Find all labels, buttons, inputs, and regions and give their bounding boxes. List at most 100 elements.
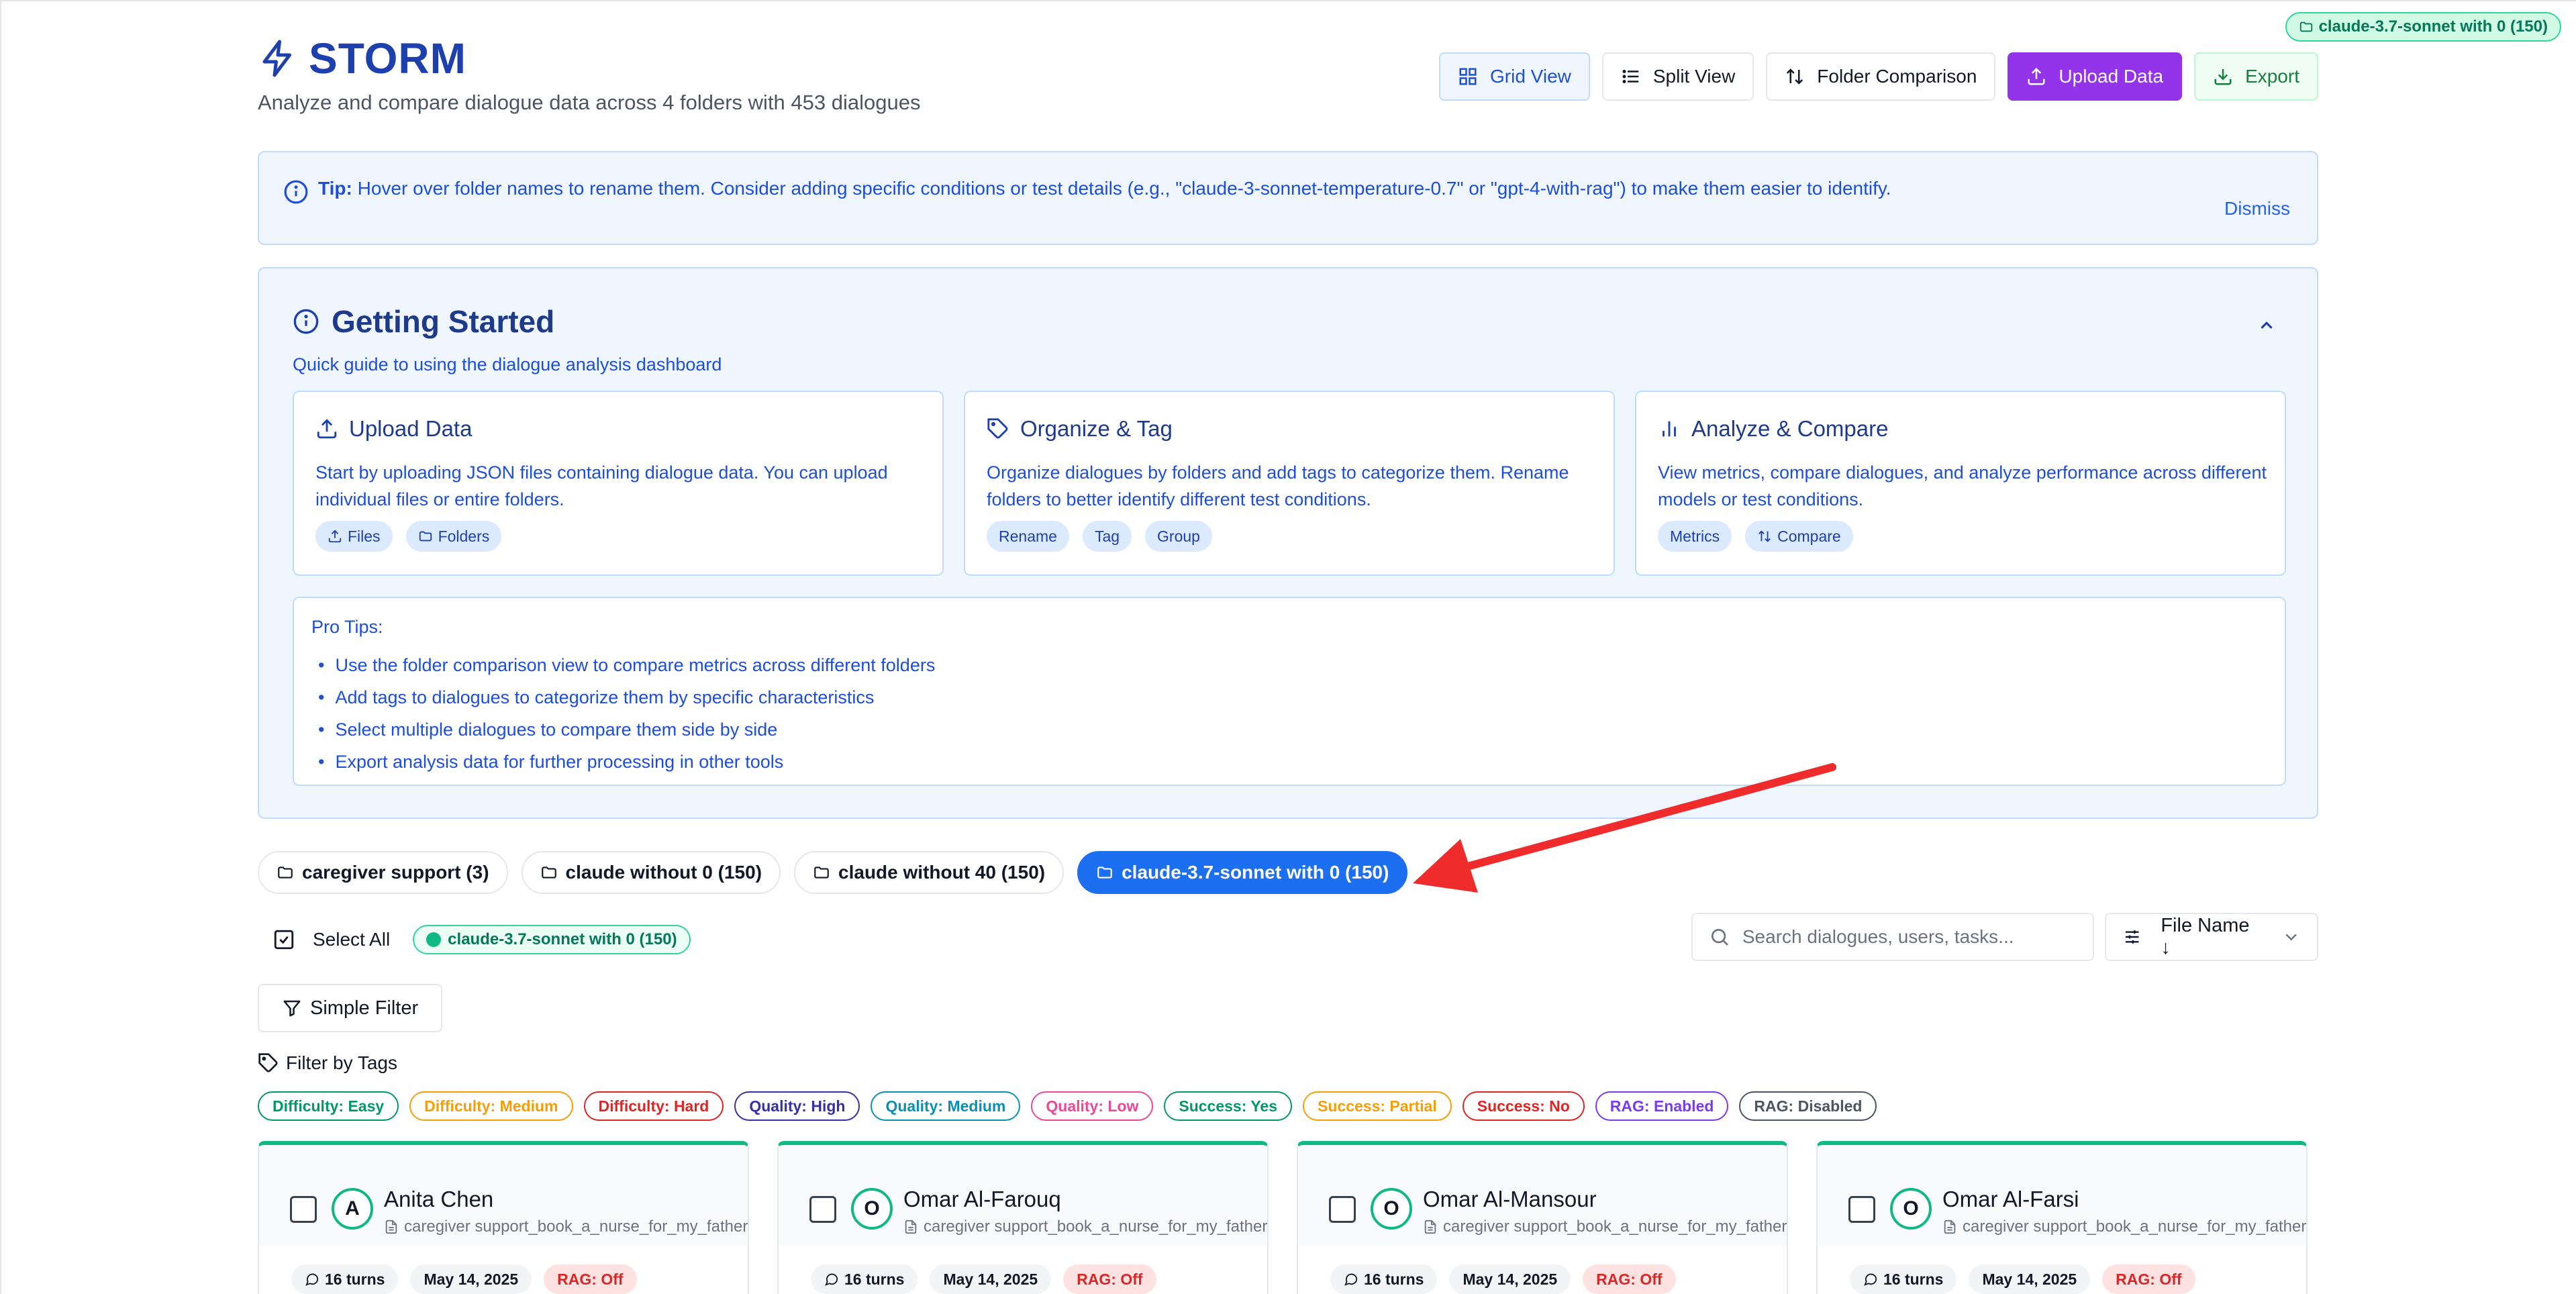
dialogue-user-name: Omar Al-Farsi <box>1942 1187 2079 1211</box>
dialogue-card[interactable]: O Omar Al-Mansour caregiver support_book_a… <box>1297 1141 1788 1294</box>
search-input[interactable] <box>1742 926 2077 948</box>
tag-filter-pill[interactable]: RAG: Enabled <box>1595 1091 1729 1121</box>
bar-chart-icon <box>1663 421 1676 437</box>
chip-rename[interactable]: Rename <box>987 521 1069 552</box>
pro-tips-list: Use the folder comparison view to compar… <box>318 649 935 778</box>
dialogue-card[interactable]: A Anita Chen caregiver support_book_a_nurs… <box>258 1141 749 1294</box>
chat-bubble-icon <box>825 1273 838 1286</box>
split-view-button[interactable]: Split View <box>1601 52 1754 101</box>
folder-icon <box>1097 866 1112 879</box>
tag-filter-pill[interactable]: RAG: Disabled <box>1739 1091 1877 1121</box>
tag-filter-pill[interactable]: Difficulty: Hard <box>583 1091 724 1121</box>
dialogue-file: caregiver support_book_a_nurse_for_my_fa… <box>384 1217 748 1236</box>
tag-filter-pill[interactable]: Success: Partial <box>1303 1091 1452 1121</box>
folder-tab-caregiver-support[interactable]: caregiver support (3) <box>258 851 508 894</box>
folder-tab-claude-3-7-sonnet[interactable]: claude-3.7-sonnet with 0 (150) <box>1077 851 1408 894</box>
search-box <box>1691 913 2094 961</box>
grid-view-button[interactable]: Grid View <box>1439 52 1590 101</box>
turns-label: 16 turns <box>325 1270 385 1288</box>
tag-filter-pill[interactable]: Quality: Low <box>1031 1091 1154 1121</box>
tag-icon <box>987 418 1008 439</box>
tip-banner: Tip: Hover over folder names to rename t… <box>258 151 2318 245</box>
upload-icon <box>328 530 342 543</box>
rag-status-badge: RAG: Off <box>544 1264 637 1294</box>
chip-compare[interactable]: Compare <box>1745 521 1853 552</box>
chip-label: Compare <box>1777 527 1841 545</box>
folder-tab-label: claude-3.7-sonnet with 0 (150) <box>1122 862 1389 883</box>
chip-files[interactable]: Files <box>315 521 393 552</box>
list-icon <box>1622 70 1639 83</box>
export-button[interactable]: Export <box>2194 52 2318 101</box>
guide-card-desc: View metrics, compare dialogues, and ana… <box>1658 462 2267 509</box>
dialogue-meta: 16 turns May 14, 2025 RAG: Off <box>1850 1264 2195 1294</box>
dialogue-checkbox[interactable] <box>1848 1196 1875 1223</box>
avatar: O <box>1371 1188 1412 1230</box>
tag-filter-pill[interactable]: Success: Yes <box>1164 1091 1293 1121</box>
folder-icon <box>541 866 556 879</box>
upload-data-label: Upload Data <box>2059 66 2164 87</box>
folder-tab-claude-without-0[interactable]: claude without 0 (150) <box>521 851 781 894</box>
sliders-icon <box>2125 930 2139 944</box>
folder-icon <box>278 866 293 879</box>
folder-tab-claude-without-40[interactable]: claude without 40 (150) <box>794 851 1064 894</box>
lightning-icon <box>262 40 291 77</box>
tip-body: Hover over folder names to rename them. … <box>357 178 1891 199</box>
tag-filter-pill[interactable]: Difficulty: Easy <box>258 1091 399 1121</box>
chip-tag[interactable]: Tag <box>1082 521 1132 552</box>
folder-icon <box>814 866 829 879</box>
chip-group[interactable]: Group <box>1145 521 1212 552</box>
date-badge: May 14, 2025 <box>410 1264 532 1294</box>
dialogue-file: caregiver support_book_a_nurse_for_my_fa… <box>903 1217 1267 1236</box>
dialogue-user-name: Omar Al-Mansour <box>1423 1187 1597 1211</box>
tag-filter-pill[interactable]: Quality: High <box>734 1091 860 1121</box>
dialogue-card[interactable]: O Omar Al-Farsi caregiver support_book_a_n… <box>1816 1141 2308 1294</box>
pro-tip-item: Use the folder comparison view to compar… <box>318 649 935 681</box>
selected-folder-badge[interactable]: claude-3.7-sonnet with 0 (150) <box>413 925 691 954</box>
dialogue-card[interactable]: O Omar Al-Farouq caregiver support_book_a_… <box>777 1141 1269 1294</box>
chip-folders[interactable]: Folders <box>405 521 502 552</box>
upload-data-button[interactable]: Upload Data <box>2008 52 2183 101</box>
simple-filter-button[interactable]: Simple Filter <box>258 984 443 1032</box>
tag-filter-pill[interactable]: Success: No <box>1462 1091 1585 1121</box>
date-badge: May 14, 2025 <box>930 1264 1052 1294</box>
guide-card-organize: Organize & Tag Organize dialogues by fol… <box>964 391 1615 576</box>
download-icon <box>2214 68 2232 85</box>
filter-by-tags-label: Filter by Tags <box>286 1052 397 1073</box>
select-all-label: Select All <box>313 929 391 950</box>
chat-bubble-icon <box>1864 1273 1877 1286</box>
dismiss-button[interactable]: Dismiss <box>2224 198 2290 219</box>
split-view-label: Split View <box>1652 66 1736 87</box>
rag-status-badge: RAG: Off <box>2102 1264 2195 1294</box>
turns-badge: 16 turns <box>1850 1264 1957 1294</box>
getting-started-header: Getting Started <box>293 303 554 340</box>
dialogue-file: caregiver support_book_a_nurse_for_my_fa… <box>1942 1217 2306 1236</box>
guide-card-title: Organize & Tag <box>1020 416 1173 441</box>
chat-bubble-icon <box>305 1273 319 1286</box>
chat-bubble-icon <box>1344 1273 1358 1286</box>
dialogue-file-name: caregiver support_book_a_nurse_for_my_fa… <box>1443 1217 1787 1236</box>
simple-filter-label: Simple Filter <box>310 997 419 1019</box>
app-logo: STORM <box>258 34 466 83</box>
chip-metrics[interactable]: Metrics <box>1658 521 1732 552</box>
export-label: Export <box>2245 66 2299 87</box>
dialogue-checkbox[interactable] <box>1329 1196 1356 1223</box>
toolbar: Grid View Split View Folder Comparison U… <box>1439 52 2318 101</box>
sort-select[interactable]: File Name ↓ <box>2105 913 2318 961</box>
active-folder-badge-label: claude-3.7-sonnet with 0 (150) <box>2318 17 2548 36</box>
dialogue-checkbox[interactable] <box>809 1196 836 1223</box>
dialogue-checkbox[interactable] <box>290 1196 317 1223</box>
date-badge: May 14, 2025 <box>1449 1264 1571 1294</box>
folder-comparison-button[interactable]: Folder Comparison <box>1766 52 1996 101</box>
folder-comparison-label: Folder Comparison <box>1817 66 1977 87</box>
upload-icon <box>317 419 337 439</box>
dialogue-meta: 16 turns May 14, 2025 RAG: Off <box>1330 1264 1676 1294</box>
info-icon <box>293 309 319 334</box>
tag-filter-pill[interactable]: Quality: Medium <box>871 1091 1021 1121</box>
chevron-down-icon <box>2285 934 2297 941</box>
collapse-chevron-icon[interactable] <box>2257 315 2277 336</box>
sort-arrows-icon <box>1758 530 1771 542</box>
select-all-button[interactable]: Select All <box>273 928 390 951</box>
pro-tip-item: Select multiple dialogues to compare the… <box>318 713 935 746</box>
tag-filter-pill[interactable]: Difficulty: Medium <box>409 1091 573 1121</box>
pro-tips-box: Pro Tips: Use the folder comparison view… <box>293 597 2286 786</box>
